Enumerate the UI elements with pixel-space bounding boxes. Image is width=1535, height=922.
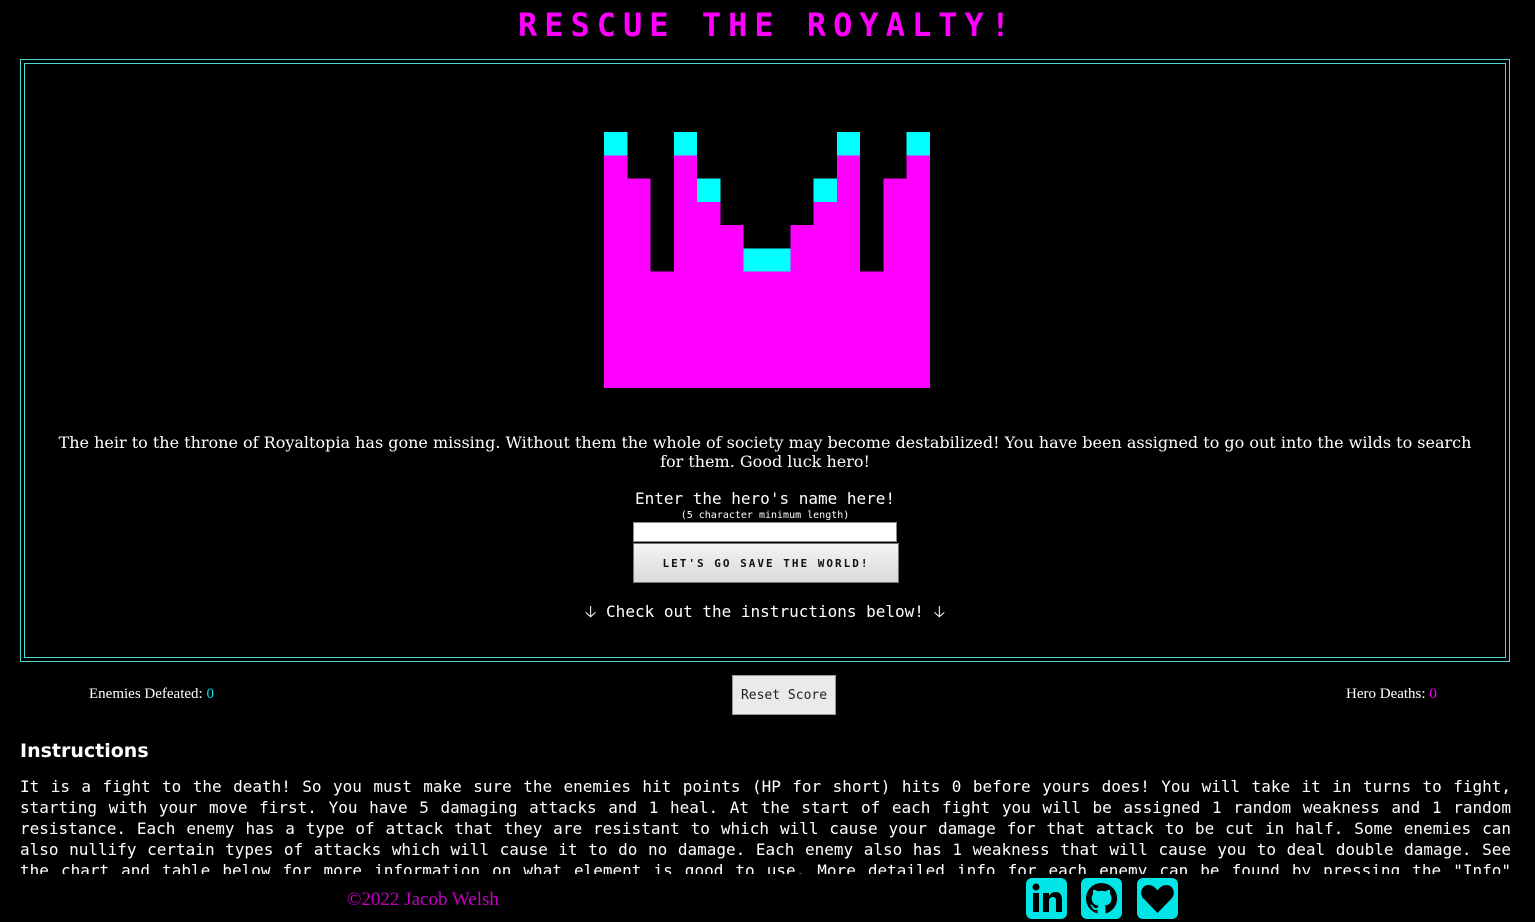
instructions-hint: 🡣 Check out the instructions below! 🡣 [21,601,1509,628]
game-window: The heir to the throne of Royaltopia has… [20,59,1510,662]
footer: ©2022 Jacob Welsh [0,874,1535,922]
hero-deaths: Hero Deaths: 0 [1346,686,1437,703]
reset-score-button[interactable]: Reset Score [732,675,836,715]
hero-name-label: Enter the hero's name here! [634,489,896,508]
github-icon[interactable] [1080,877,1123,920]
linkedin-icon[interactable] [1025,877,1068,920]
intro-text: The heir to the throne of Royaltopia has… [58,433,1472,471]
enemies-defeated: Enemies Defeated: 0 [89,686,214,703]
instructions-heading: Instructions [20,740,149,762]
arrow-down-icon: 🡣 [933,602,946,621]
instructions-body: It is a fight to the death! So you must … [20,777,1511,874]
enemies-defeated-label: Enemies Defeated: [89,686,203,702]
heart-icon[interactable] [1136,877,1179,920]
crown-icon [604,132,930,388]
copyright: ©2022 Jacob Welsh [347,889,499,910]
hero-name-hint: (5 character minimum length) [680,510,850,521]
hero-deaths-label: Hero Deaths: [1346,686,1426,702]
hero-deaths-value: 0 [1429,686,1437,702]
game-title: RESCUE THE ROYALTY! [517,6,1018,44]
start-game-button[interactable]: LET'S GO SAVE THE WORLD! [633,543,899,583]
arrow-down-icon: 🡣 [584,602,597,621]
instructions-hint-text: Check out the instructions below! [606,602,924,621]
hero-name-input[interactable] [633,522,897,542]
enemies-defeated-value: 0 [206,686,214,702]
